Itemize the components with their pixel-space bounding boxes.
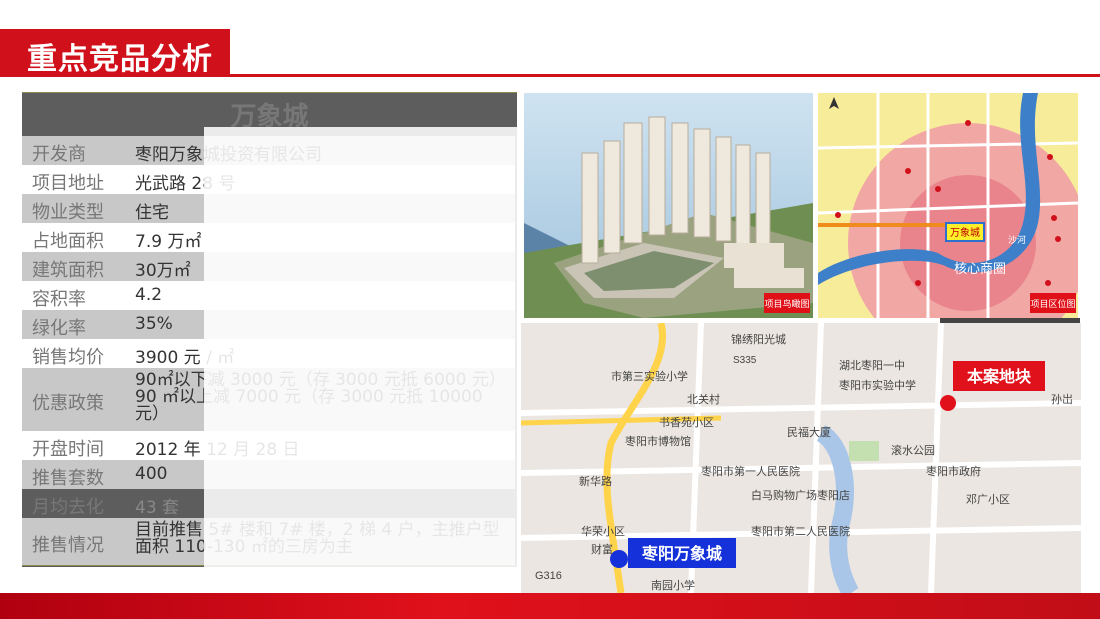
minimap-tag: 项目区位图 xyxy=(1030,298,1075,310)
row-label: 占地面积 xyxy=(32,231,104,252)
site-marker xyxy=(940,395,956,411)
footer-band xyxy=(0,593,1100,619)
aerial-photo: 项目鸟瞰图 xyxy=(524,93,813,318)
title-bar: 重点竞品分析 xyxy=(0,29,230,77)
row-label: 推售情况 xyxy=(32,534,104,556)
map-label: G316 xyxy=(535,570,562,582)
competitor-marker xyxy=(610,550,628,568)
map-label: 湖北枣阳一中 xyxy=(839,359,905,372)
map-label: 枣阳市实验中学 xyxy=(839,378,916,392)
row-label: 推售套数 xyxy=(32,468,104,489)
map-label: 锦绣阳光城 xyxy=(731,332,786,346)
map-label: 枣阳市第一人民医院 xyxy=(701,464,800,478)
row-value: 住宅 xyxy=(135,203,169,223)
map-label: 新华路 xyxy=(579,474,612,488)
photo-tag: 项目鸟瞰图 xyxy=(764,298,809,310)
location-map: 万象城 核心商圈 沙河 项目区位图 xyxy=(818,93,1078,318)
row-value: 30万㎡ xyxy=(135,261,191,281)
row-label: 开发商 xyxy=(32,144,86,165)
row-value: 4.2 xyxy=(135,285,163,305)
map-label: 市第三实验小学 xyxy=(611,369,688,383)
minimap-project-label: 万象城 xyxy=(950,227,980,239)
row-value: 43 套 xyxy=(135,498,180,518)
row-label: 优惠政策 xyxy=(32,392,104,414)
row-label: 绿化率 xyxy=(32,318,86,339)
map-label: S335 xyxy=(733,355,757,366)
page-title: 重点竞品分析 xyxy=(27,42,213,77)
row-label: 开盘时间 xyxy=(32,439,104,460)
map-label: 枣阳市博物馆 xyxy=(625,434,691,448)
map-label: 书香苑小区 xyxy=(659,416,714,429)
row-value: 35% xyxy=(135,314,173,334)
row-label: 项目地址 xyxy=(32,173,104,194)
competitor-marker-label: 枣阳万象城 xyxy=(641,544,722,563)
row-label: 物业类型 xyxy=(32,202,104,223)
map-label: 枣阳市第二人民医院 xyxy=(751,524,850,538)
site-marker-label: 本案地块 xyxy=(967,367,1032,386)
row-label: 销售均价 xyxy=(32,347,104,368)
street-map: 锦绣阳光城 S335 湖北枣阳一中 市第三实验小学 枣阳市实验中学 北关村 书香… xyxy=(521,323,1081,593)
row-value: 7.9 万㎡ xyxy=(135,232,202,252)
row-label: 建筑面积 xyxy=(32,260,104,281)
minimap-zone-label: 核心商圈 xyxy=(954,262,1006,277)
map-label: 民福大厦 xyxy=(787,425,831,439)
row-label: 月均去化 xyxy=(32,497,104,518)
minimap-river-label: 沙河 xyxy=(1008,234,1026,246)
map-label: 孙岀 xyxy=(1051,393,1073,406)
map-label: 南园小学 xyxy=(651,578,695,592)
map-label: 邓广小区 xyxy=(966,493,1010,506)
table-overlay xyxy=(204,127,517,567)
title-underline xyxy=(0,74,1100,77)
map-label: 华荣小区 xyxy=(581,524,625,538)
map-label: 北关村 xyxy=(687,392,720,406)
row-label: 容积率 xyxy=(32,289,86,310)
row-value: 400 xyxy=(135,464,168,484)
map-label: 枣阳市政府 xyxy=(926,464,981,478)
map-label: 滚水公园 xyxy=(891,443,935,457)
map-label: 财富 xyxy=(591,542,613,556)
map-label: 白马购物广场枣阳店 xyxy=(751,488,850,502)
table-top-rule xyxy=(22,92,517,93)
